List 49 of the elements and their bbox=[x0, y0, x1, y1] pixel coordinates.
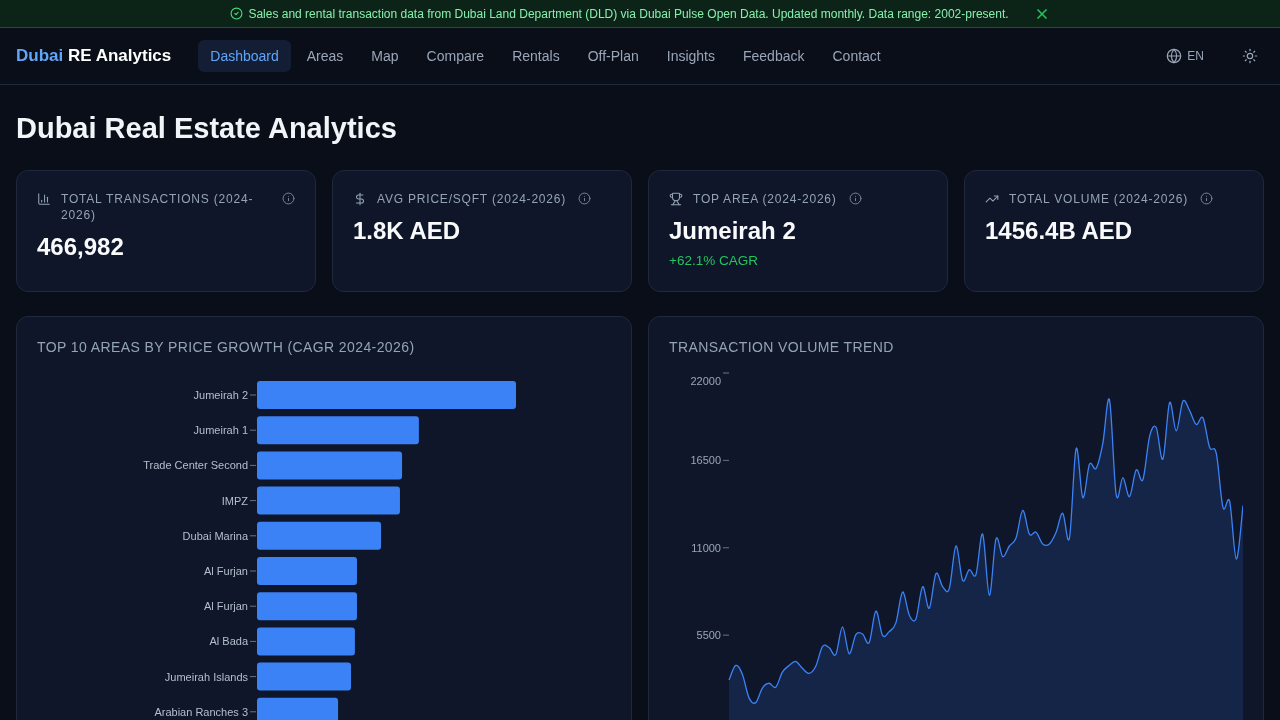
brand-logo[interactable]: Dubai RE Analytics bbox=[16, 43, 172, 69]
axis-label: 16500 bbox=[690, 454, 721, 467]
nav-tab[interactable]: Compare bbox=[414, 40, 497, 72]
theme-toggle-button[interactable] bbox=[1242, 48, 1258, 64]
axis-label: Trade Center Second bbox=[143, 459, 248, 472]
globe-icon bbox=[1166, 48, 1183, 64]
axis-label: Al Furjan bbox=[203, 600, 248, 613]
stat-change: +62.1% CAGR bbox=[669, 252, 759, 270]
chart-title: TRANSACTION VOLUME TREND bbox=[669, 338, 895, 357]
nav-tab[interactable]: Feedback bbox=[731, 40, 817, 72]
check-circle-icon bbox=[230, 7, 244, 20]
dollar-icon bbox=[353, 192, 367, 206]
bar-chart-icon bbox=[37, 192, 51, 206]
axis-label: Al Furjan bbox=[203, 565, 248, 577]
nav-tab[interactable]: Areas bbox=[294, 40, 356, 72]
axis-label: Jumeirah 2 bbox=[193, 389, 248, 401]
nav-tab[interactable]: Contact bbox=[820, 40, 893, 72]
nav-tab[interactable]: Map bbox=[359, 40, 411, 72]
nav-tab[interactable]: Rentals bbox=[500, 40, 572, 72]
info-icon bbox=[848, 192, 862, 205]
language-button[interactable]: EN bbox=[1166, 47, 1204, 65]
info-icon bbox=[282, 192, 295, 205]
stat-value: Jumeirah 2 bbox=[669, 216, 797, 246]
sun-icon bbox=[1242, 48, 1258, 64]
stat-label: AVG PRICE/SQFT (2024-2026) bbox=[377, 191, 567, 207]
axis-label: IMPZ bbox=[221, 494, 248, 507]
axis-label: Al Bada bbox=[209, 635, 248, 648]
axis-label: Jumeirah 1 bbox=[193, 424, 248, 437]
stat-label: TOTAL TRANSACTIONS (2024-2026) bbox=[61, 191, 255, 223]
axis-label: Arabian Ranches 3 bbox=[154, 705, 248, 718]
stat-value: 466,982 bbox=[37, 232, 125, 262]
banner-text: Sales and rental transaction data from Dubai Land Department (DLD) via Dubai Pulse Open Data. Updated monthly. Data range: 2002-present. bbox=[248, 5, 1009, 23]
stat-label: TOP AREA (2024-2026) bbox=[693, 191, 837, 207]
stat-value: 1456.4B AED bbox=[985, 216, 1134, 246]
axis-label: 5500 bbox=[696, 629, 721, 642]
info-icon bbox=[578, 192, 592, 205]
axis-label: Jumeirah Islands bbox=[164, 670, 248, 683]
axis-label: 11000 bbox=[691, 541, 721, 554]
nav-tab[interactable]: Insights bbox=[654, 40, 727, 72]
axis-label: Dubai Marina bbox=[182, 529, 248, 542]
stat-label: TOTAL VOLUME (2024-2026) bbox=[1009, 191, 1189, 207]
trophy-icon bbox=[669, 192, 683, 206]
axis-label: 22000 bbox=[690, 375, 721, 387]
stat-value: 1.8K AED bbox=[353, 216, 462, 246]
info-icon bbox=[1200, 192, 1214, 205]
nav-tab[interactable]: Off-Plan bbox=[575, 40, 651, 72]
nav-tab[interactable]: Dashboard bbox=[198, 40, 291, 72]
chart-title: TOP 10 AREAS BY PRICE GROWTH (CAGR 2024-2026) bbox=[37, 338, 416, 357]
page-title: Dubai Real Estate Analytics bbox=[16, 111, 398, 146]
